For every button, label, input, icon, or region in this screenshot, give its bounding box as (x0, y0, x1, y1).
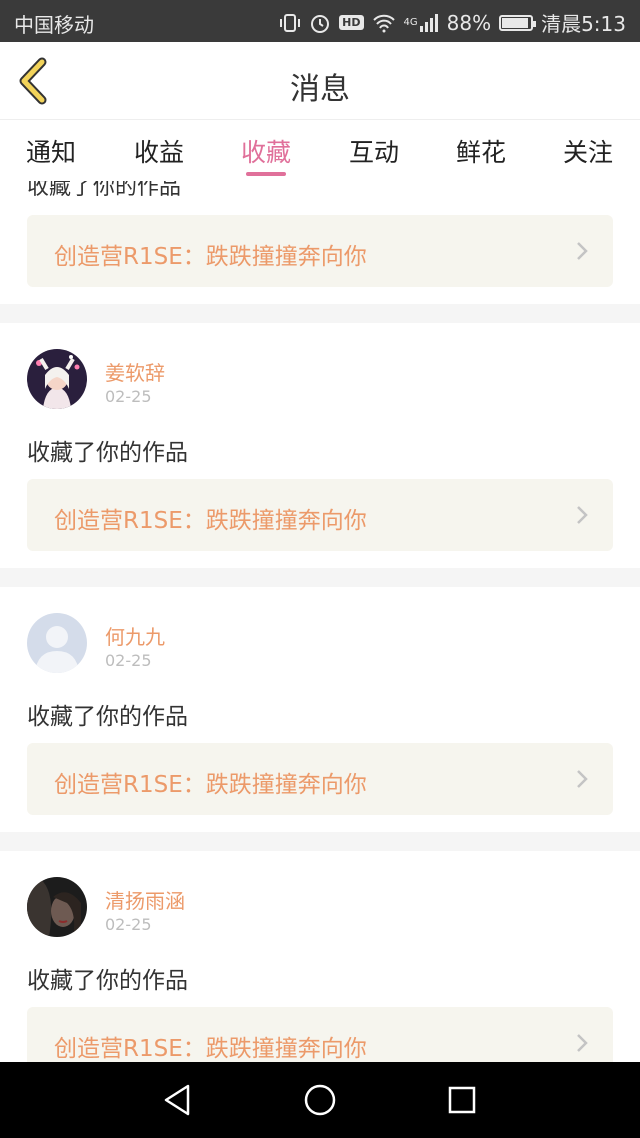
battery-icon (499, 14, 537, 31)
vibrate-icon (279, 12, 301, 34)
action-text: 收藏了你的作品 (27, 704, 188, 730)
user-name[interactable]: 清扬雨涵 (105, 885, 185, 914)
chevron-right-icon (577, 770, 588, 788)
item-date: 02-25 (105, 387, 152, 406)
message-feed[interactable]: 收藏了你的作品 创造营R1SE：跌跌撞撞奔向你 姜软辞 02-25 收藏了你的作… (0, 181, 640, 1062)
tab-favorites[interactable]: 收藏 (226, 133, 306, 176)
list-item: 姜软辞 02-25 收藏了你的作品 创造营R1SE：跌跌撞撞奔向你 (0, 323, 640, 568)
chevron-right-icon (577, 242, 588, 260)
list-item: 收藏了你的作品 创造营R1SE：跌跌撞撞奔向你 (0, 181, 640, 304)
tab-favorites-label: 收藏 (240, 138, 291, 167)
clock: 清晨5:13 (541, 12, 626, 36)
work-title: 创造营R1SE：跌跌撞撞奔向你 (54, 1036, 367, 1062)
list-item: 何九九 02-25 收藏了你的作品 创造营R1SE：跌跌撞撞奔向你 (0, 587, 640, 832)
work-link[interactable]: 创造营R1SE：跌跌撞撞奔向你 (27, 215, 613, 287)
work-link[interactable]: 创造营R1SE：跌跌撞撞奔向你 (27, 743, 613, 815)
avatar[interactable] (27, 877, 87, 937)
work-link[interactable]: 创造营R1SE：跌跌撞撞奔向你 (27, 479, 613, 551)
chevron-right-icon (577, 1034, 588, 1052)
action-text: 收藏了你的作品 (27, 968, 188, 994)
work-title: 创造营R1SE：跌跌撞撞奔向你 (54, 508, 367, 534)
back-triangle-icon[interactable] (160, 1082, 196, 1118)
work-link[interactable]: 创造营R1SE：跌跌撞撞奔向你 (27, 1007, 613, 1062)
alarm-icon (309, 12, 331, 34)
signal-icon: 4G (403, 13, 439, 32)
system-nav-bar (0, 1062, 640, 1138)
app-header: 消息 (0, 42, 640, 120)
battery-percent: 88% (446, 10, 492, 35)
user-name[interactable]: 何九九 (105, 621, 165, 650)
network-type-label: 4G (403, 17, 418, 28)
avatar[interactable] (27, 613, 87, 673)
tab-interactions[interactable]: 互动 (334, 133, 414, 169)
hd-icon: HD (339, 15, 364, 30)
tab-notifications[interactable]: 通知 (11, 133, 91, 169)
tab-flowers[interactable]: 鲜花 (441, 133, 521, 169)
action-text: 收藏了你的作品 (27, 181, 182, 200)
page-title: 消息 (290, 72, 350, 107)
home-circle-icon[interactable] (302, 1082, 338, 1118)
tab-bar: 通知 收益 收藏 互动 鲜花 关注 (0, 121, 640, 181)
active-tab-indicator (246, 172, 286, 176)
status-bar: 中国移动 HD 4G 88% 清晨5:13 (0, 0, 640, 42)
work-title: 创造营R1SE：跌跌撞撞奔向你 (54, 244, 367, 270)
item-date: 02-25 (105, 915, 152, 934)
action-text: 收藏了你的作品 (27, 440, 188, 466)
tab-earnings[interactable]: 收益 (119, 133, 199, 169)
avatar[interactable] (27, 349, 87, 409)
user-name[interactable]: 姜软辞 (105, 357, 165, 386)
list-item: 清扬雨涵 02-25 收藏了你的作品 创造营R1SE：跌跌撞撞奔向你 (0, 851, 640, 1062)
tab-follows[interactable]: 关注 (548, 133, 628, 169)
chevron-right-icon (577, 506, 588, 524)
recents-square-icon[interactable] (444, 1082, 480, 1118)
carrier-label: 中国移动 (14, 13, 94, 37)
work-title: 创造营R1SE：跌跌撞撞奔向你 (54, 772, 367, 798)
item-date: 02-25 (105, 651, 152, 670)
wifi-icon (372, 13, 396, 33)
